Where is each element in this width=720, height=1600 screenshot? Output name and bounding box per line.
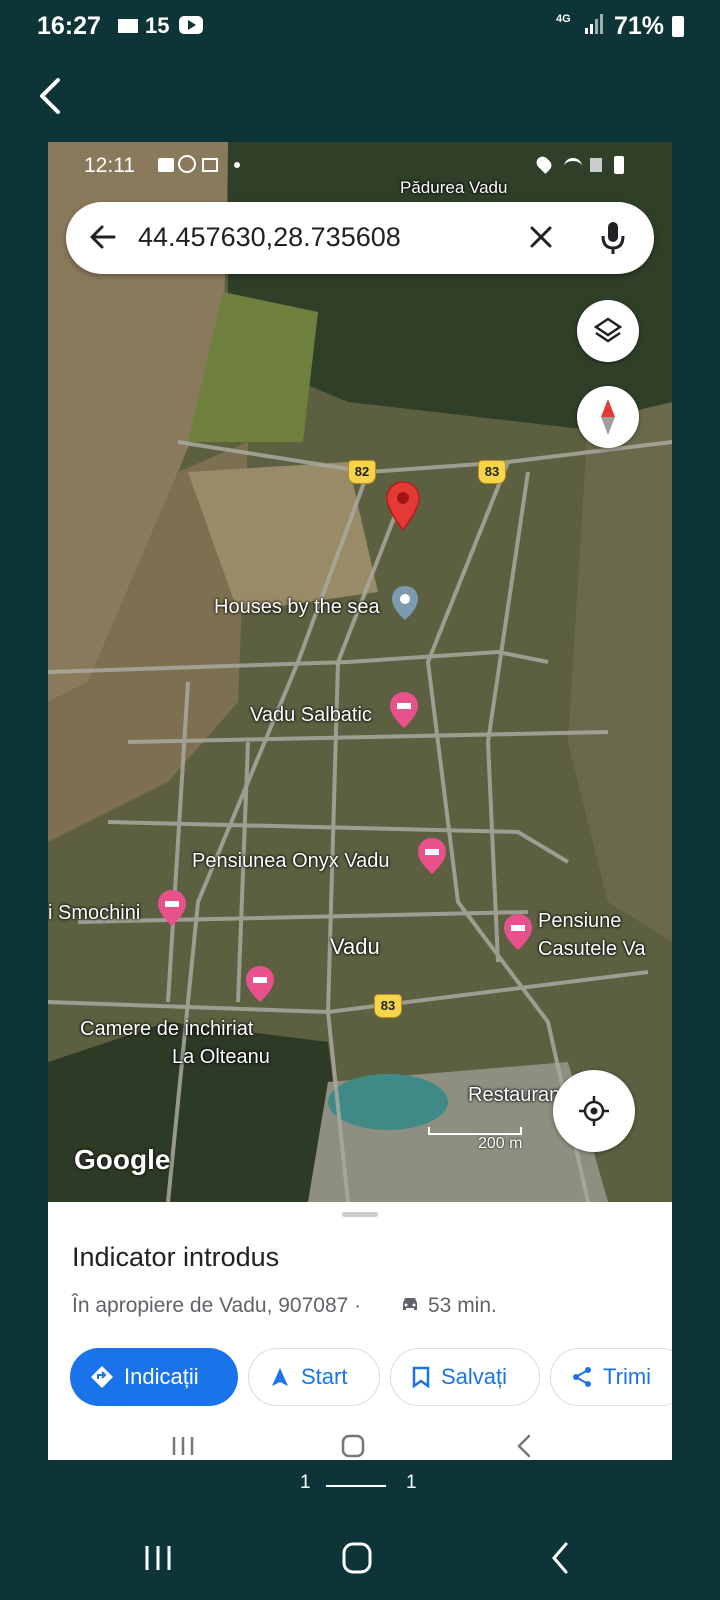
microphone-icon[interactable] [598, 220, 628, 256]
battery-percent: 71% [614, 12, 665, 40]
dot-icon [234, 162, 240, 168]
map-label-camere-1[interactable]: Camere de inchiriat [80, 1018, 253, 1041]
map-label-casutele-1[interactable]: Pensiune [538, 910, 621, 933]
start-label: Start [301, 1364, 348, 1389]
map-label-salbatic[interactable]: Vadu Salbatic [250, 704, 372, 727]
layers-button[interactable] [577, 300, 639, 362]
directions-label: Indicații [124, 1364, 199, 1389]
layers-icon [593, 317, 623, 343]
mail-icon [118, 19, 138, 33]
network-type: 4G [556, 13, 571, 25]
directions-button[interactable]: Indicații [70, 1348, 238, 1406]
page-current: 1 [300, 1472, 311, 1493]
place-sheet[interactable]: Indicator introdus În apropiere de Vadu,… [48, 1202, 672, 1460]
location-pin-icon[interactable] [385, 480, 421, 532]
directions-icon [91, 1366, 113, 1388]
hotel-pin-icon[interactable] [244, 964, 276, 1004]
back-arrow-icon[interactable] [88, 222, 118, 252]
drag-handle[interactable] [342, 1212, 378, 1217]
recents-icon[interactable] [142, 1538, 174, 1578]
calendar-icon [202, 158, 218, 172]
map-label-houses[interactable]: Houses by the sea [214, 596, 380, 619]
crosshair-icon [579, 1096, 609, 1126]
compass-button[interactable] [577, 386, 639, 448]
back-nav-icon[interactable] [510, 1426, 540, 1460]
share-button[interactable]: Trimi [550, 1348, 672, 1406]
share-label: Trimi [603, 1364, 652, 1389]
status-temp: 15 [145, 13, 170, 38]
screenshot-image: 12:11 Pădurea Vadu 44.457630,28.735608 8… [48, 142, 672, 1460]
youtube-icon [179, 16, 203, 34]
google-logo: Google [74, 1144, 171, 1175]
road-shield: 83 [374, 994, 402, 1018]
place-subtitle: În apropiere de Vadu, 907087 · [72, 1294, 362, 1317]
inner-status-time: 12:11 [84, 154, 135, 177]
whatsapp-icon [178, 155, 196, 173]
place-title: Indicator introdus [72, 1242, 280, 1272]
battery-icon [672, 16, 684, 37]
hotel-pin-icon[interactable] [416, 836, 448, 876]
page-total: 1 [406, 1472, 417, 1493]
map-label-camere-2[interactable]: La Olteanu [172, 1046, 270, 1069]
map-label-onyx[interactable]: Pensiunea Onyx Vadu [192, 850, 390, 873]
signal-icon [585, 14, 603, 34]
recents-icon[interactable] [168, 1426, 198, 1460]
map-scale: 200 m [428, 1127, 522, 1153]
start-button[interactable]: Start [248, 1348, 380, 1406]
pager-divider [326, 1485, 386, 1487]
share-icon [573, 1367, 591, 1387]
place-pin-icon[interactable] [390, 584, 420, 622]
inner-signal-icon [590, 158, 602, 172]
map-label-smochini[interactable]: i Smochini [48, 902, 140, 925]
car-icon [403, 1298, 417, 1310]
home-icon[interactable] [338, 1426, 368, 1460]
navigation-arrow-icon [272, 1368, 288, 1386]
scale-bar [428, 1127, 522, 1135]
satellite-map[interactable]: 12:11 Pădurea Vadu 44.457630,28.735608 8… [48, 142, 672, 1202]
compass-icon [601, 399, 615, 435]
map-label-forest: Pădurea Vadu [400, 178, 508, 197]
bookmark-icon [412, 1366, 430, 1388]
inner-battery-icon [614, 156, 624, 174]
save-label: Salvați [441, 1364, 508, 1389]
map-label-casutele-2[interactable]: Casutele Va [538, 938, 645, 961]
map-terrain [48, 142, 672, 1202]
gallery-icon [158, 158, 174, 172]
road-shield: 83 [478, 460, 506, 484]
status-time: 16:27 [37, 12, 101, 40]
hotel-pin-icon[interactable] [388, 690, 420, 730]
map-label-vadu: Vadu [330, 934, 380, 959]
back-nav-icon[interactable] [546, 1538, 574, 1578]
search-bar[interactable]: 44.457630,28.735608 [66, 202, 654, 274]
hotel-pin-icon[interactable] [502, 912, 534, 952]
back-arrow-icon[interactable] [36, 76, 66, 116]
road-shield: 82 [348, 460, 376, 484]
home-icon[interactable] [340, 1538, 374, 1578]
drive-time: 53 min. [428, 1294, 497, 1317]
search-input[interactable]: 44.457630,28.735608 [138, 222, 401, 253]
my-location-button[interactable] [553, 1070, 635, 1152]
hotel-pin-icon[interactable] [156, 888, 188, 928]
clear-icon[interactable] [526, 222, 556, 252]
scale-label: 200 m [478, 1135, 523, 1152]
save-button[interactable]: Salvați [390, 1348, 540, 1406]
wifi-icon [564, 158, 582, 175]
